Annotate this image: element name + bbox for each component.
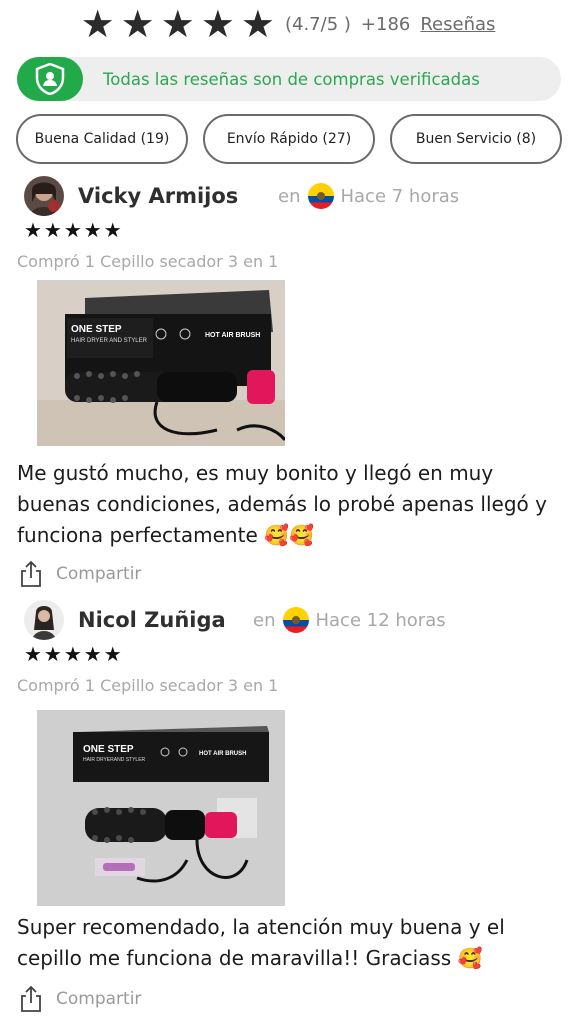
share-icon (21, 985, 41, 1012)
location-prefix: en (278, 185, 301, 207)
box-subtitle: HAIR DRYER AND STYLER (71, 338, 148, 344)
reviewer-name: Nicol Zuñiga (78, 608, 226, 632)
star-icon: ★ (80, 2, 115, 46)
box-label: HOT AIR BRUSH (205, 332, 260, 339)
box-label: HOT AIR BRUSH (199, 751, 246, 757)
ecuador-flag-icon (283, 607, 310, 633)
review-header: Nicol Zuñiga (24, 600, 226, 640)
review-time: Hace 7 horas (340, 185, 460, 207)
star-icon: ★ (200, 2, 235, 46)
share-icon (21, 560, 41, 587)
review-photo[interactable]: ONE STEP HAIR DRYER AND STYLER HOT AIR B… (37, 280, 285, 446)
share-button[interactable]: Compartir (18, 984, 141, 1014)
shield-user-icon (17, 57, 83, 101)
review-text: Super recomendado, la atención muy buena… (17, 915, 505, 970)
review-stars: ★★★★★ (24, 642, 124, 666)
avatar (24, 176, 64, 216)
share-label: Compartir (56, 564, 142, 584)
rating-summary: ★ ★ ★ ★ ★ (4.7/5 ) +186 Reseñas (0, 4, 576, 44)
review-header: Vicky Armijos (24, 176, 238, 216)
review-card: Nicol Zuñiga en Hace 12 horas ★★★★★ Comp… (0, 600, 576, 1024)
review-meta: en Hace 7 horas (278, 176, 459, 216)
review-meta: en Hace 12 horas (253, 600, 446, 640)
purchase-info: Compró 1 Cepillo secador 3 en 1 (17, 252, 279, 271)
box-subtitle: HAIR DRYERAND STYLER (83, 757, 146, 763)
share-label: Compartir (56, 989, 142, 1009)
filter-chip-shipping[interactable]: Envío Rápido (27) (203, 114, 375, 164)
review-text: Me gustó mucho, es muy bonito y llegó en… (17, 461, 547, 547)
verified-text: Todas las reseñas son de compras verific… (103, 69, 480, 89)
avatar (24, 600, 64, 640)
reviewer-name: Vicky Armijos (78, 184, 239, 208)
review-card: Vicky Armijos en Hace 7 horas ★★★★★ Comp… (0, 176, 576, 596)
review-stars: ★★★★★ (24, 218, 124, 242)
rating-value: (4.7/5 ) (284, 13, 351, 35)
star-icon: ★ (120, 2, 155, 46)
location-prefix: en (253, 609, 276, 631)
ecuador-flag-icon (308, 183, 335, 209)
star-icon: ★ (240, 2, 275, 46)
purchase-info: Compró 1 Cepillo secador 3 en 1 (17, 676, 279, 695)
filter-chip-quality[interactable]: Buena Calidad (19) (16, 114, 188, 164)
verified-banner: Todas las reseñas son de compras verific… (17, 57, 561, 101)
filter-chip-service[interactable]: Buen Servicio (8) (390, 114, 562, 164)
share-button[interactable]: Compartir (18, 559, 141, 589)
review-count: +186 (360, 13, 411, 35)
star-icon: ★ (160, 2, 195, 46)
rating-stars: ★ ★ ★ ★ ★ (81, 4, 275, 44)
review-time: Hace 12 horas (315, 609, 446, 631)
box-title: ONE STEP (71, 324, 122, 335)
box-title: ONE STEP (83, 744, 134, 755)
reviews-link[interactable]: Reseñas (420, 14, 495, 35)
filter-chips: Buena Calidad (19) Envío Rápido (27) Bue… (16, 114, 562, 164)
review-photo[interactable]: ONE STEP HAIR DRYERAND STYLER HOT AIR BR… (37, 710, 285, 906)
